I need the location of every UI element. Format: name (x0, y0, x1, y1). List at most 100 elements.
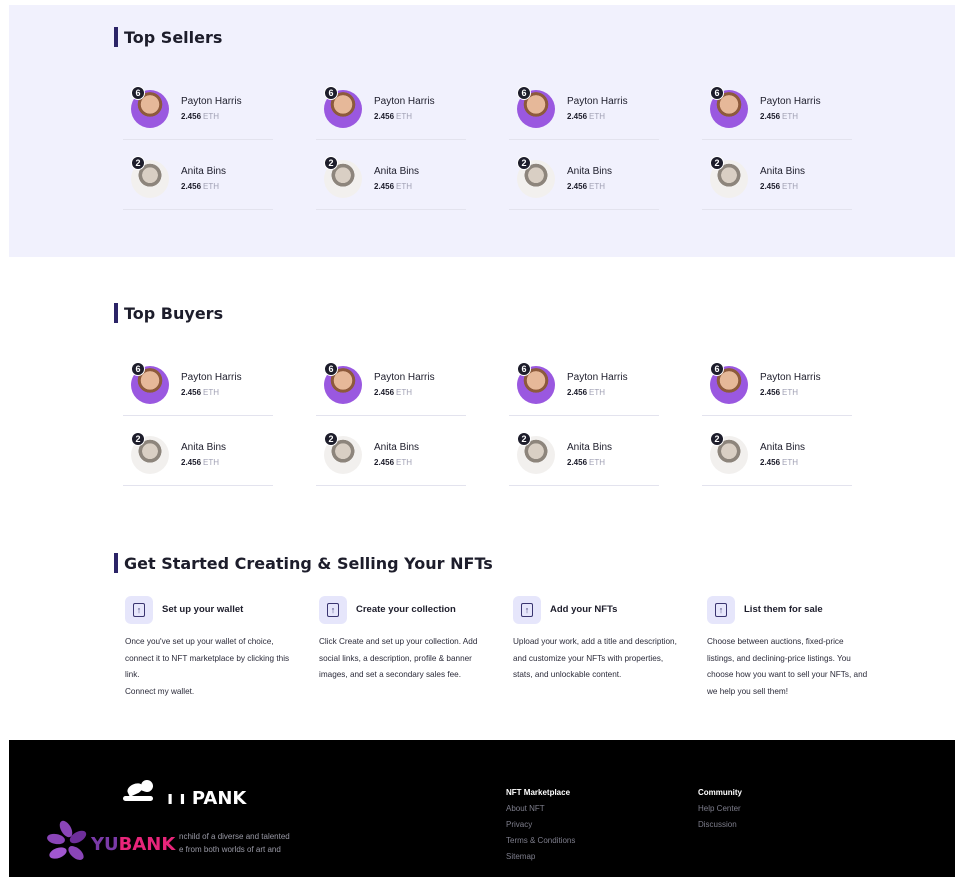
person-name: Anita Bins (760, 442, 806, 453)
step-title: Set up your wallet (162, 604, 244, 615)
rank-badge: 2 (710, 432, 724, 446)
get-started-title: Get Started Creating & Selling Your NFTs (114, 553, 493, 573)
eth-amount: 2.456 ETH (181, 112, 220, 121)
upload-icon: ↑ (513, 596, 541, 624)
ranking-card[interactable]: 2 Anita Bins 2.456 ETH (702, 430, 852, 486)
footer-link-about-nft[interactable]: About NFT (506, 804, 575, 813)
footer-link-sitemap[interactable]: Sitemap (506, 852, 575, 861)
ranking-card[interactable]: 2 Anita Bins 2.456 ETH (123, 154, 273, 210)
ranking-card[interactable]: 2 Anita Bins 2.456 ETH (702, 154, 852, 210)
currency-unit: ETH (589, 182, 606, 191)
title-accent-bar (114, 27, 118, 47)
watermark-logo: YUBANK (45, 818, 175, 866)
rank-badge: 2 (710, 156, 724, 170)
currency-unit: ETH (203, 458, 220, 467)
top-sellers-title: Top Sellers (114, 27, 222, 47)
footer-logo[interactable]: ı ı PANK (121, 778, 247, 809)
rank-badge: 2 (324, 432, 338, 446)
ranking-card[interactable]: 2 Anita Bins 2.456 ETH (316, 430, 466, 486)
upload-icon: ↑ (707, 596, 735, 624)
step-card: ↑ Create your collection Click Create and … (319, 596, 484, 700)
logo-leaf-icon (121, 778, 165, 808)
step-title: Create your collection (356, 604, 456, 615)
eth-amount: 2.456 ETH (567, 388, 606, 397)
person-name: Payton Harris (760, 372, 821, 383)
footer-link-help-center[interactable]: Help Center (698, 804, 742, 813)
step-description-block: Once you've set up your wallet of choice… (125, 634, 290, 700)
rank-badge: 6 (131, 86, 145, 100)
eth-amount: 2.456 ETH (567, 182, 606, 191)
ranking-card[interactable]: 6 Payton Harris 2.456 ETH (702, 84, 852, 140)
currency-unit: ETH (203, 112, 220, 121)
top-sellers-grid: 6 Payton Harris 2.456 ETH 6 Payton Harris 2.45… (123, 84, 883, 210)
footer-link-discussion[interactable]: Discussion (698, 820, 742, 829)
currency-unit: ETH (782, 112, 799, 121)
step-card: ↑ Add your NFTs Upload your work, add a ti… (513, 596, 678, 700)
rank-badge: 2 (131, 156, 145, 170)
rank-badge: 2 (324, 156, 338, 170)
currency-unit: ETH (589, 458, 606, 467)
footer-link-privacy[interactable]: Privacy (506, 820, 575, 829)
currency-unit: ETH (396, 458, 413, 467)
top-buyers-title: Top Buyers (114, 303, 223, 323)
ranking-card[interactable]: 6 Payton Harris 2.456 ETH (509, 84, 659, 140)
eth-amount: 2.456 ETH (181, 388, 220, 397)
person-name: Anita Bins (374, 166, 420, 177)
eth-amount: 2.456 ETH (760, 388, 799, 397)
person-name: Anita Bins (567, 166, 613, 177)
eth-amount: 2.456 ETH (760, 458, 799, 467)
eth-amount: 2.456 ETH (374, 458, 413, 467)
person-name: Anita Bins (181, 442, 227, 453)
footer-column-nft-marketplace: NFT Marketplace About NFT Privacy Terms … (506, 788, 576, 861)
rank-badge: 6 (324, 362, 338, 376)
ranking-card[interactable]: 2 Anita Bins 2.456 ETH (509, 430, 659, 486)
ranking-card[interactable]: 2 Anita Bins 2.456 ETH (316, 154, 466, 210)
currency-unit: ETH (203, 388, 220, 397)
ranking-card[interactable]: 2 Anita Bins 2.456 ETH (509, 154, 659, 210)
step-description: Once you've set up your wallet of choice… (125, 637, 290, 679)
eth-amount: 2.456 ETH (567, 112, 606, 121)
rank-badge: 6 (710, 86, 724, 100)
upload-icon: ↑ (319, 596, 347, 624)
step-description: Click Create and set up your collection.… (319, 637, 478, 679)
ranking-card[interactable]: 2 Anita Bins 2.456 ETH (123, 430, 273, 486)
ranking-card[interactable]: 6 Payton Harris 2.456 ETH (123, 360, 273, 416)
currency-unit: ETH (396, 182, 413, 191)
eth-amount: 2.456 ETH (760, 112, 799, 121)
ranking-card[interactable]: 6 Payton Harris 2.456 ETH (509, 360, 659, 416)
currency-unit: ETH (589, 388, 606, 397)
step-description-block: Choose between auctions, fixed-price lis… (707, 634, 872, 700)
step-title: List them for sale (744, 604, 823, 615)
person-name: Anita Bins (181, 166, 227, 177)
person-name: Payton Harris (760, 96, 821, 107)
step-description-block: Click Create and set up your collection.… (319, 634, 484, 684)
eth-amount: 2.456 ETH (374, 112, 413, 121)
step-description: Choose between auctions, fixed-price lis… (707, 637, 868, 696)
step-title: Add your NFTs (550, 604, 618, 615)
rank-badge: 6 (131, 362, 145, 376)
currency-unit: ETH (782, 388, 799, 397)
step-description-block: Upload your work, add a title and descri… (513, 634, 678, 684)
eth-amount: 2.456 ETH (181, 182, 220, 191)
footer-link-terms[interactable]: Terms & Conditions (506, 836, 575, 845)
ranking-card[interactable]: 6 Payton Harris 2.456 ETH (316, 360, 466, 416)
upload-icon: ↑ (125, 596, 153, 624)
connect-wallet-link[interactable]: Connect my wallet. (125, 684, 290, 701)
person-name: Anita Bins (760, 166, 806, 177)
eth-amount: 2.456 ETH (181, 458, 220, 467)
get-started-steps: ↑ Set up your wallet Once you've set up yo… (125, 596, 901, 700)
currency-unit: ETH (589, 112, 606, 121)
ranking-card[interactable]: 6 Payton Harris 2.456 ETH (702, 360, 852, 416)
rank-badge: 6 (517, 86, 531, 100)
person-name: Payton Harris (374, 372, 435, 383)
currency-unit: ETH (203, 182, 220, 191)
ranking-card[interactable]: 6 Payton Harris 2.456 ETH (316, 84, 466, 140)
ranking-card[interactable]: 6 Payton Harris 2.456 ETH (123, 84, 273, 140)
eth-amount: 2.456 ETH (374, 182, 413, 191)
currency-unit: ETH (396, 112, 413, 121)
logo-text: ı ı PANK (167, 788, 247, 809)
rank-badge: 6 (324, 86, 338, 100)
rank-badge: 6 (710, 362, 724, 376)
rank-badge: 2 (131, 432, 145, 446)
eth-amount: 2.456 ETH (374, 388, 413, 397)
